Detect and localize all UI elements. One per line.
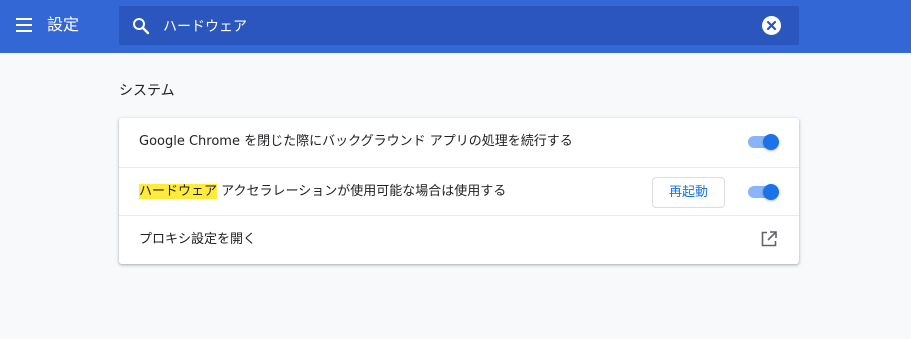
setting-row-background-apps: Google Chrome を閉じた際にバックグラウンド アプリの処理を続行する [119, 118, 799, 167]
open-in-new-icon[interactable] [760, 230, 778, 248]
toggle-knob [763, 184, 779, 200]
setting-label: プロキシ設定を開く [139, 232, 257, 247]
setting-row-proxy[interactable]: プロキシ設定を開く [119, 215, 799, 264]
restart-button[interactable]: 再起動 [652, 177, 725, 208]
search-input[interactable] [163, 12, 743, 39]
page-title: 設定 [47, 15, 80, 34]
settings-card: Google Chrome を閉じた際にバックグラウンド アプリの処理を続行する… [119, 118, 799, 264]
search-icon [133, 18, 150, 35]
top-toolbar: 設定 [0, 0, 911, 53]
hardware-acceleration-toggle[interactable] [748, 184, 780, 200]
setting-row-hardware-acceleration: ハードウェア アクセラレーションが使用可能な場合は使用する 再起動 [119, 167, 799, 216]
setting-label: Google Chrome を閉じた際にバックグラウンド アプリの処理を続行する [139, 134, 573, 149]
section-title: システム [119, 83, 175, 99]
close-icon[interactable] [762, 16, 781, 35]
hamburger-menu-icon[interactable] [13, 15, 35, 35]
search-box [119, 6, 799, 45]
background-apps-toggle[interactable] [748, 134, 780, 150]
setting-label-text: アクセラレーションが使用可能な場合は使用する [217, 184, 507, 199]
setting-label: ハードウェア アクセラレーションが使用可能な場合は使用する [139, 182, 506, 202]
toggle-knob [763, 134, 779, 150]
search-highlight: ハードウェア [139, 184, 218, 199]
